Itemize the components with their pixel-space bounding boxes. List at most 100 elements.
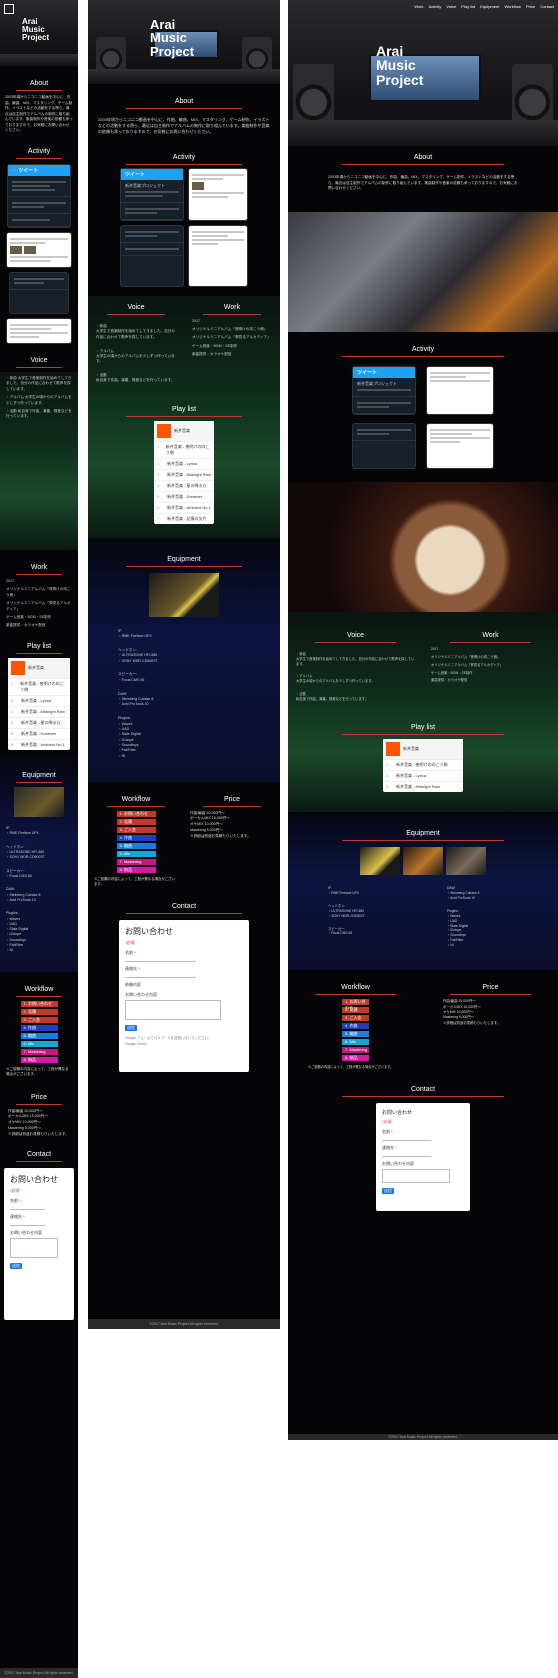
work-list: 2017 オリジナルミニアルバム「夜明けの向こう側」 オリジナルミニアルバム「夢… xyxy=(6,578,71,628)
playlist-heading: Play list xyxy=(288,724,558,735)
mobile-layout: Arai Music Project About 2003年頃からニコニコ動画を… xyxy=(0,0,78,1678)
desk-image xyxy=(0,54,78,66)
equipment-photos xyxy=(288,847,558,875)
track-row[interactable]: 1 新井音楽 - 夜明けの向こう側 xyxy=(8,677,70,695)
desk-image xyxy=(288,119,558,146)
soundcloud-player[interactable]: 新井音楽 1 新井音楽 - 夜明けの向こう側 2 新井音楽 - Lyrica 3 新井… xyxy=(154,421,214,525)
soundcloud-player[interactable]: 新井音楽 1 新井音楽 - 夜明けの向こう側 2 新井音楽 - Lyrica 3 新井… xyxy=(8,657,70,750)
track-row[interactable]: 6 新井音楽 - Ambient No.1 xyxy=(8,738,70,750)
nav-activity[interactable]: Activity xyxy=(429,4,442,9)
facebook-feed[interactable] xyxy=(189,168,247,220)
facebook-feed[interactable] xyxy=(7,232,71,267)
equipment-heading: Equipment xyxy=(288,830,558,841)
track-row[interactable]: 4 新井音楽 - 星の降る丘 xyxy=(8,716,70,728)
about-text: 2003年頃からニコニコ動画を中心に、作曲、編曲、MIX、マスタリング、ゲーム制… xyxy=(328,175,518,191)
workflow-steps: 1. お問い合わせ2. 見積3. ご入金4. 作曲5. 編曲6. Mix7. M… xyxy=(0,1000,78,1063)
footer: ©2017 Arai Music Project All rights rese… xyxy=(88,1319,280,1329)
twitter-timeline[interactable]: ツイート 新井音楽プロジェクト xyxy=(121,168,183,220)
workflow-step: 2. 見積 xyxy=(20,1008,58,1015)
news-feed[interactable] xyxy=(427,423,493,468)
nav-equipment[interactable]: Equipment xyxy=(480,4,499,9)
nav-work[interactable]: Work xyxy=(414,4,423,9)
workflow-step: 6. Mix xyxy=(342,1039,369,1046)
equipment-list: IF: ・RME Fireface UFX ヘッドホン: ・ULTRASONE … xyxy=(6,825,45,953)
facebook-feed[interactable] xyxy=(427,366,493,414)
track-row[interactable]: 2 新井音楽 - Lyrica xyxy=(154,458,214,469)
email-field[interactable] xyxy=(10,1220,45,1227)
equipment-photo xyxy=(14,786,64,817)
track-row[interactable]: 1 新井音楽 - 夜明けの向こう側 xyxy=(383,759,463,770)
equipment-section: Equipment IF: ・RME Fireface UFX ヘッドホン: ・… xyxy=(88,538,280,782)
hero-title: Arai Music Project xyxy=(150,17,195,59)
workflow-step: 6. Mix xyxy=(20,1040,58,1047)
track-row[interactable]: 7 新井音楽 - 記憶の欠片 xyxy=(154,513,214,524)
track-row[interactable]: 2 新井音楽 - Lyrica xyxy=(383,770,463,781)
track-row[interactable]: 5 新井音楽 - Dreamer xyxy=(8,727,70,739)
workflow-heading: Workflow xyxy=(0,986,78,997)
workflow-step: 8. 納品 xyxy=(342,1055,369,1062)
about-heading: About xyxy=(88,98,280,109)
voice-work-section: Voice ・新曲 大学生で音楽制作を始めてしてきました。自分の作品に合わせて歌… xyxy=(288,611,558,812)
message-field[interactable] xyxy=(125,1000,222,1021)
track-row[interactable]: 4 新井音楽 - 星の降る丘 xyxy=(154,480,214,491)
track-row[interactable]: 3 新井音楽 - Midnight Rain xyxy=(8,705,70,717)
track-row[interactable]: 6 新井音楽 - Ambient No.1 xyxy=(154,502,214,513)
artwork xyxy=(157,424,171,439)
form-title: お問い合わせ xyxy=(10,1175,58,1185)
voice-heading: Voice xyxy=(288,632,423,643)
voice-work-section: Voice ・新曲 大学生で音楽制作を始めてしてきました。自分の作品に合わせて歌… xyxy=(88,295,280,539)
workflow-step: 5. 編曲 xyxy=(342,1031,369,1038)
workflow-heading: Workflow xyxy=(88,796,184,807)
activity-heading: Activity xyxy=(0,148,78,159)
workflow-step: 5. 編曲 xyxy=(20,1032,58,1039)
workflow-step: 4. 作曲 xyxy=(116,834,156,841)
contact-heading: Contact xyxy=(288,1086,558,1097)
workflow-step: 1. お問い合わせ xyxy=(342,999,369,1010)
form-title: お問い合わせ xyxy=(125,927,173,937)
nav-price[interactable]: Price xyxy=(526,4,535,9)
equipment-heading: Equipment xyxy=(0,772,78,783)
twitter-timeline[interactable]: ツイート 新井音楽プロジェクト xyxy=(353,366,415,414)
equipment-section: Equipment IF: ・RME Fireface UFX ヘッドホン: ・… xyxy=(0,753,78,972)
news-feed[interactable] xyxy=(189,225,247,286)
track-row[interactable]: 3 新井音楽 - Midnight Rain xyxy=(383,781,463,792)
message-field[interactable] xyxy=(382,1169,450,1184)
nav-voice[interactable]: Voice xyxy=(446,4,456,9)
message-field[interactable] xyxy=(10,1238,59,1259)
nav-contact[interactable]: Contact xyxy=(540,4,554,9)
about-text: 2003年頃からニコニコ動画を中心に、作曲、編曲、MIX、マスタリング、ゲーム制… xyxy=(5,95,73,133)
workflow-step: 1. お問い合わせ xyxy=(116,810,156,817)
price-list: 作曲/編曲 20,000円〜 ボーカルMIX 15,000円〜 オケMIX 10… xyxy=(190,810,251,838)
hero-banner: Work Activity Voice Play list Equipment … xyxy=(288,0,558,146)
price-heading: Price xyxy=(423,984,558,995)
email-field[interactable] xyxy=(125,972,196,979)
about-heading: About xyxy=(0,80,78,91)
price-list: 作曲/編曲 20,000円〜 ボーカルMIX 15,000円〜 オケMIX 10… xyxy=(443,999,501,1025)
track-row[interactable]: 2 新井音楽 - Lyrica xyxy=(8,694,70,706)
artwork xyxy=(11,660,25,675)
email-field[interactable] xyxy=(382,1151,432,1158)
track-row[interactable]: 3 新井音楽 - Midnight Rain xyxy=(154,469,214,480)
track-row[interactable]: 5 新井音楽 - Dreamer xyxy=(154,491,214,502)
name-field[interactable] xyxy=(125,956,196,963)
instagram-feed[interactable] xyxy=(353,423,415,468)
track-row[interactable]: 1 新井音楽 - 夜明けの向こう側 xyxy=(154,441,214,458)
equipment-photo xyxy=(149,573,219,618)
submit-button[interactable]: 送信 xyxy=(125,1025,137,1032)
submit-button[interactable]: 送信 xyxy=(382,1188,394,1195)
soundcloud-player[interactable]: 新井音楽 1 新井音楽 - 夜明けの向こう側 2 新井音楽 - Lyrica 3 新井… xyxy=(383,739,463,792)
logo xyxy=(4,4,14,14)
nav-playlist[interactable]: Play list xyxy=(461,4,475,9)
instagram-feed[interactable] xyxy=(10,272,68,313)
hero-title: Arai Music Project xyxy=(376,43,424,88)
about-text: 2003年頃からニコニコ動画を中心に、作曲、編曲、MIX、マスタリング、ゲーム制… xyxy=(98,117,270,135)
instagram-feed[interactable] xyxy=(121,225,183,286)
contact-heading: Contact xyxy=(88,903,280,914)
twitter-timeline[interactable]: 🐦ツイート xyxy=(8,164,70,227)
news-feed[interactable] xyxy=(7,318,71,343)
nav-workflow[interactable]: Workflow xyxy=(504,4,520,9)
submit-button[interactable]: 送信 xyxy=(10,1263,22,1270)
name-field[interactable] xyxy=(10,1204,45,1211)
name-field[interactable] xyxy=(382,1135,432,1142)
desktop-layout: Work Activity Voice Play list Equipment … xyxy=(288,0,558,1440)
